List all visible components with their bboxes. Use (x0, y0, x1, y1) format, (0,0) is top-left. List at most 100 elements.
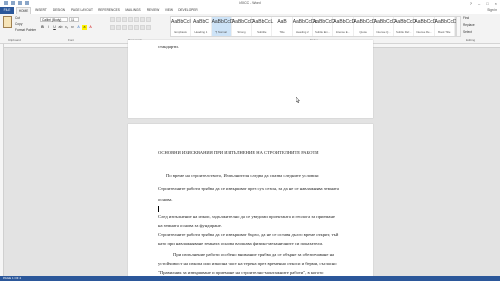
strikethrough-icon[interactable]: ab (58, 25, 63, 30)
tab-review[interactable]: REVIEW (145, 7, 161, 14)
font-size-select[interactable]: 11 (69, 17, 79, 22)
style-tile[interactable]: AaBbCcD Intense E... (333, 17, 356, 36)
select-button[interactable]: Select (463, 29, 475, 36)
style-name: Emphasis (174, 30, 187, 34)
highlight-icon[interactable]: a (82, 25, 87, 30)
minimize-icon[interactable]: – (478, 1, 480, 6)
style-tile[interactable]: AaBbCcDc Heading 2 (292, 17, 318, 36)
style-preview: AaBbCcD (211, 19, 234, 25)
styles-gallery-scroll[interactable] (456, 16, 461, 37)
style-preview: AaBbCcI (171, 19, 191, 25)
sign-in-link[interactable]: Sign in (487, 7, 497, 14)
maximize-icon[interactable]: □ (486, 1, 488, 6)
styles-gallery: AaBbCcI Emphasis AaBbC Heading 1 AaBbCcD ¶ No… (170, 16, 457, 37)
align-right-icon[interactable] (122, 25, 127, 30)
show-marks-icon[interactable] (146, 17, 151, 22)
tab-page-layout[interactable]: PAGE LAYOUT (69, 7, 95, 14)
underline-icon[interactable]: U (52, 25, 57, 30)
justify-icon[interactable] (128, 25, 133, 30)
replace-button[interactable]: Replace (463, 22, 475, 29)
editing-group: Find Replace Select (463, 15, 475, 36)
tab-home[interactable]: HOME (16, 7, 31, 14)
find-button[interactable]: Find (463, 15, 475, 22)
italic-icon[interactable]: I (46, 25, 51, 30)
tab-insert[interactable]: INSERT (33, 7, 49, 14)
style-tile[interactable]: AaBbCcD Intense Q... (373, 17, 396, 36)
document-page-2[interactable]: ОСНОВНИ ИЗИСКВАНИЯ ПРИ ИЗПЪЛНЕНИЕ НА СТР… (128, 124, 373, 276)
format-painter-button[interactable]: Format Painter (15, 28, 36, 32)
tab-mailings[interactable]: MAILINGS (123, 7, 143, 14)
style-name: ¶ Normal (215, 30, 227, 34)
style-preview: AaBbCcD (394, 19, 417, 25)
help-icon[interactable]: ? (470, 1, 472, 6)
style-tile[interactable]: AaBbCcD Subtle Em... (313, 17, 335, 36)
style-tile[interactable]: AaBbC Heading 1 (191, 17, 212, 36)
close-icon[interactable]: × (495, 1, 497, 6)
style-preview: AaBbCcDc (292, 19, 318, 25)
font-name-select[interactable]: Calibri (Body) (40, 17, 68, 22)
style-tile[interactable]: AaBbCcD Intense Re... (414, 17, 436, 36)
page1-text: стандарти. (158, 44, 179, 49)
font-color-icon[interactable]: A (88, 25, 93, 30)
decrease-indent-icon[interactable] (128, 17, 133, 22)
style-tile[interactable]: AaBbCcD Book Title (434, 17, 457, 36)
paste-icon[interactable] (3, 16, 12, 28)
paragraph-line: По време на строителството, Изпълнителя … (166, 173, 320, 178)
style-name: Subtle Ref... (396, 30, 412, 34)
line-spacing-icon[interactable] (134, 25, 139, 30)
style-preview: AaBbCcD (373, 19, 396, 25)
font-format-row: B I U ab x₂ x² A a A (40, 25, 93, 30)
clipboard-group-label: Clipboard (8, 38, 21, 42)
align-left-icon[interactable] (110, 25, 115, 30)
style-tile[interactable]: AaBbCcI Emphasis (171, 17, 192, 36)
window-controls: ? – □ × (470, 1, 497, 6)
style-name: Intense E... (335, 30, 350, 34)
tab-file[interactable]: FILE (0, 7, 14, 14)
text-effects-icon[interactable]: A (76, 25, 81, 30)
numbering-icon[interactable] (116, 17, 121, 22)
multilevel-list-icon[interactable] (122, 17, 127, 22)
style-name: Subtle Em... (314, 30, 331, 34)
style-tile[interactable]: AaBbCcD Strong (231, 17, 254, 36)
sort-icon[interactable] (140, 17, 145, 22)
style-name: Intense Q... (376, 30, 391, 34)
style-name: Heading 2 (295, 30, 309, 34)
window-title: ИХСС - Word (239, 1, 261, 5)
style-tile[interactable]: AaBbCcD Quote (354, 17, 375, 36)
superscript-icon[interactable]: x² (70, 25, 75, 30)
style-tile[interactable]: AaBbCcD ¶ Normal (211, 17, 234, 36)
style-preview: AaBbCcD (434, 19, 457, 25)
mouse-pointer-icon (296, 97, 300, 103)
document-page-1[interactable]: стандарти. (128, 40, 373, 118)
cut-button[interactable]: Cut (15, 16, 20, 20)
paragraph-line: Строителните работи трябва да се извършв… (158, 232, 339, 237)
tab-developer[interactable]: DEVELOPER (177, 7, 199, 14)
increase-indent-icon[interactable] (134, 17, 139, 22)
borders-icon[interactable] (146, 25, 151, 30)
style-preview: AaBbCcD (333, 19, 356, 25)
paragraph-row-1 (110, 17, 151, 22)
editing-group-label: Editing (466, 38, 476, 42)
style-name: Strong (237, 30, 246, 34)
bullets-icon[interactable] (110, 17, 115, 22)
subscript-icon[interactable]: x₂ (64, 25, 69, 30)
page-count[interactable]: PAGE 1 OF 2 (3, 276, 21, 281)
style-tile[interactable]: AaBbCcD Subtle Ref... (394, 17, 417, 36)
style-preview: AaBbCcD (231, 19, 254, 25)
bold-icon[interactable]: B (40, 25, 45, 30)
style-tile[interactable]: AaBbCcL Subtitle (252, 17, 273, 36)
tab-references[interactable]: REFERENCES (97, 7, 121, 14)
style-name: Book Title (438, 30, 451, 34)
vertical-ruler[interactable] (0, 44, 4, 276)
paragraph-line: При изпълнение работи особено внимание т… (173, 252, 335, 257)
paragraph-line: като при навлажняване земната основа вло… (158, 241, 324, 246)
tab-design[interactable]: DESIGN (51, 7, 67, 14)
font-group-label: Font (68, 38, 75, 42)
copy-button[interactable]: Copy (15, 22, 22, 26)
align-center-icon[interactable] (116, 25, 121, 30)
shading-icon[interactable] (140, 25, 145, 30)
paragraph-line: устойчивост на изкопа или изкопна част н… (158, 261, 337, 266)
style-tile[interactable]: AaB Title (272, 17, 293, 36)
paragraph-line: След изпълнение на изкоп, задължително д… (158, 214, 335, 219)
tab-view[interactable]: VIEW (163, 7, 175, 14)
